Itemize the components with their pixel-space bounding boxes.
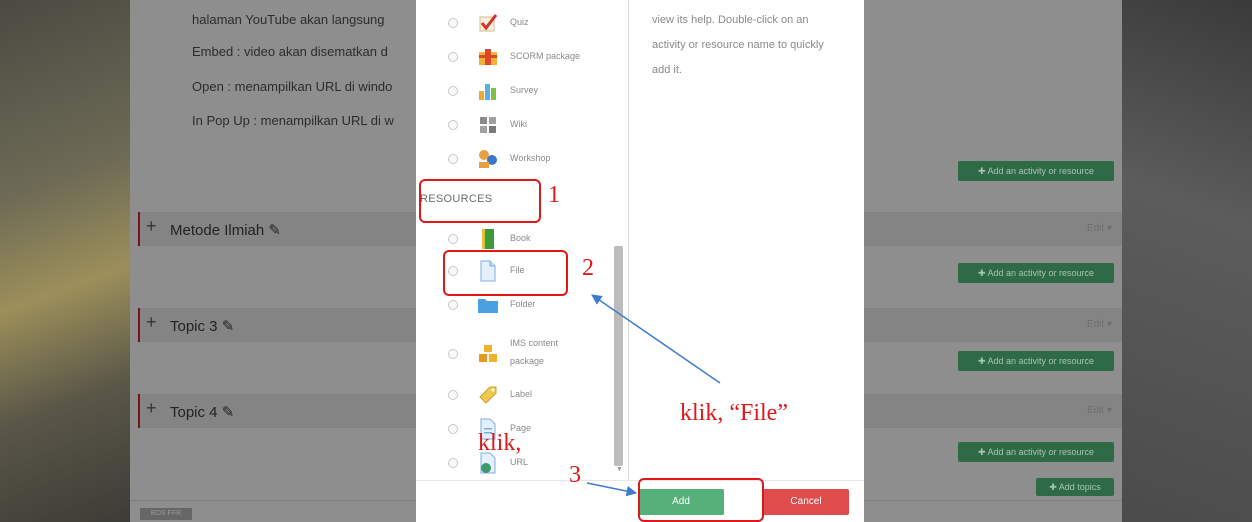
- add-topics-button[interactable]: ✚ Add topics: [1036, 478, 1114, 496]
- annotation-number: 1: [548, 182, 560, 208]
- move-icon[interactable]: +: [146, 216, 157, 237]
- quiz-icon: [479, 14, 498, 32]
- folder-icon: [478, 299, 498, 313]
- annotation-text: klik, “File”: [680, 400, 788, 426]
- annotation-box-add: [638, 478, 764, 522]
- topic-title: Topic 4 ✎: [170, 404, 235, 421]
- radio[interactable]: [448, 120, 458, 130]
- annotation-number: 3: [569, 462, 581, 488]
- edit-menu[interactable]: Edit ▾: [1087, 223, 1112, 234]
- survey-icon: [479, 84, 496, 100]
- add-activity-button[interactable]: ✚ Add an activity or resource: [958, 263, 1114, 283]
- radio[interactable]: [448, 458, 458, 468]
- intro-line: Open : menampilkan URL di windo: [192, 79, 393, 94]
- topic-marker: [138, 308, 140, 342]
- module-list[interactable]: Quiz SCORM package Survey Wiki Workshop …: [416, 0, 628, 480]
- edit-menu[interactable]: Edit ▾: [1087, 319, 1112, 330]
- annotation-text: klik,: [478, 430, 522, 456]
- move-icon[interactable]: +: [146, 398, 157, 419]
- add-activity-button[interactable]: ✚ Add an activity or resource: [958, 351, 1114, 371]
- radio[interactable]: [448, 52, 458, 62]
- pencil-icon[interactable]: ✎: [268, 222, 281, 239]
- pencil-icon[interactable]: ✎: [222, 318, 235, 335]
- cancel-button[interactable]: Cancel: [763, 489, 849, 515]
- topic-title: Metode Ilmiah ✎: [170, 222, 281, 239]
- scorm-package-icon: [479, 49, 497, 65]
- intro-line: halaman YouTube akan langsung: [192, 12, 385, 27]
- topic-marker: [138, 394, 140, 428]
- topic-marker: [138, 212, 140, 246]
- wiki-icon: [480, 117, 496, 133]
- intro-line: In Pop Up : menampilkan URL di w: [192, 113, 394, 128]
- edit-menu[interactable]: Edit ▾: [1087, 405, 1112, 416]
- radio[interactable]: [448, 390, 458, 400]
- add-activity-button[interactable]: ✚ Add an activity or resource: [958, 442, 1114, 462]
- radio[interactable]: [448, 349, 458, 359]
- annotation-box-file: [443, 250, 568, 296]
- annotation-box-resources: [419, 179, 541, 223]
- radio[interactable]: [448, 154, 458, 164]
- ims-content-package-icon: [479, 345, 497, 362]
- radio[interactable]: [448, 18, 458, 28]
- move-icon[interactable]: +: [146, 312, 157, 333]
- background-left: [0, 0, 130, 522]
- plus-icon: ✚: [1049, 482, 1059, 492]
- scroll-down-icon[interactable]: ▼: [616, 466, 623, 473]
- workshop-icon: [479, 150, 497, 168]
- background-right: [1122, 0, 1252, 522]
- pencil-icon[interactable]: ✎: [222, 404, 235, 421]
- help-text: view its help. Double-click on an activi…: [652, 14, 824, 76]
- add-activity-button[interactable]: ✚ Add an activity or resource: [958, 161, 1114, 181]
- radio[interactable]: [448, 300, 458, 310]
- annotation-number: 2: [582, 255, 594, 281]
- radio[interactable]: [448, 86, 458, 96]
- radio[interactable]: [448, 234, 458, 244]
- scrollbar[interactable]: [614, 246, 623, 466]
- radio[interactable]: [448, 424, 458, 434]
- label-icon: [479, 386, 497, 404]
- divider: [628, 0, 629, 480]
- footer-chip: BOS FFR: [140, 508, 192, 520]
- intro-line: Embed : video akan disematkan d: [192, 44, 388, 59]
- topic-title: Topic 3 ✎: [170, 318, 235, 335]
- book-icon: [482, 229, 494, 249]
